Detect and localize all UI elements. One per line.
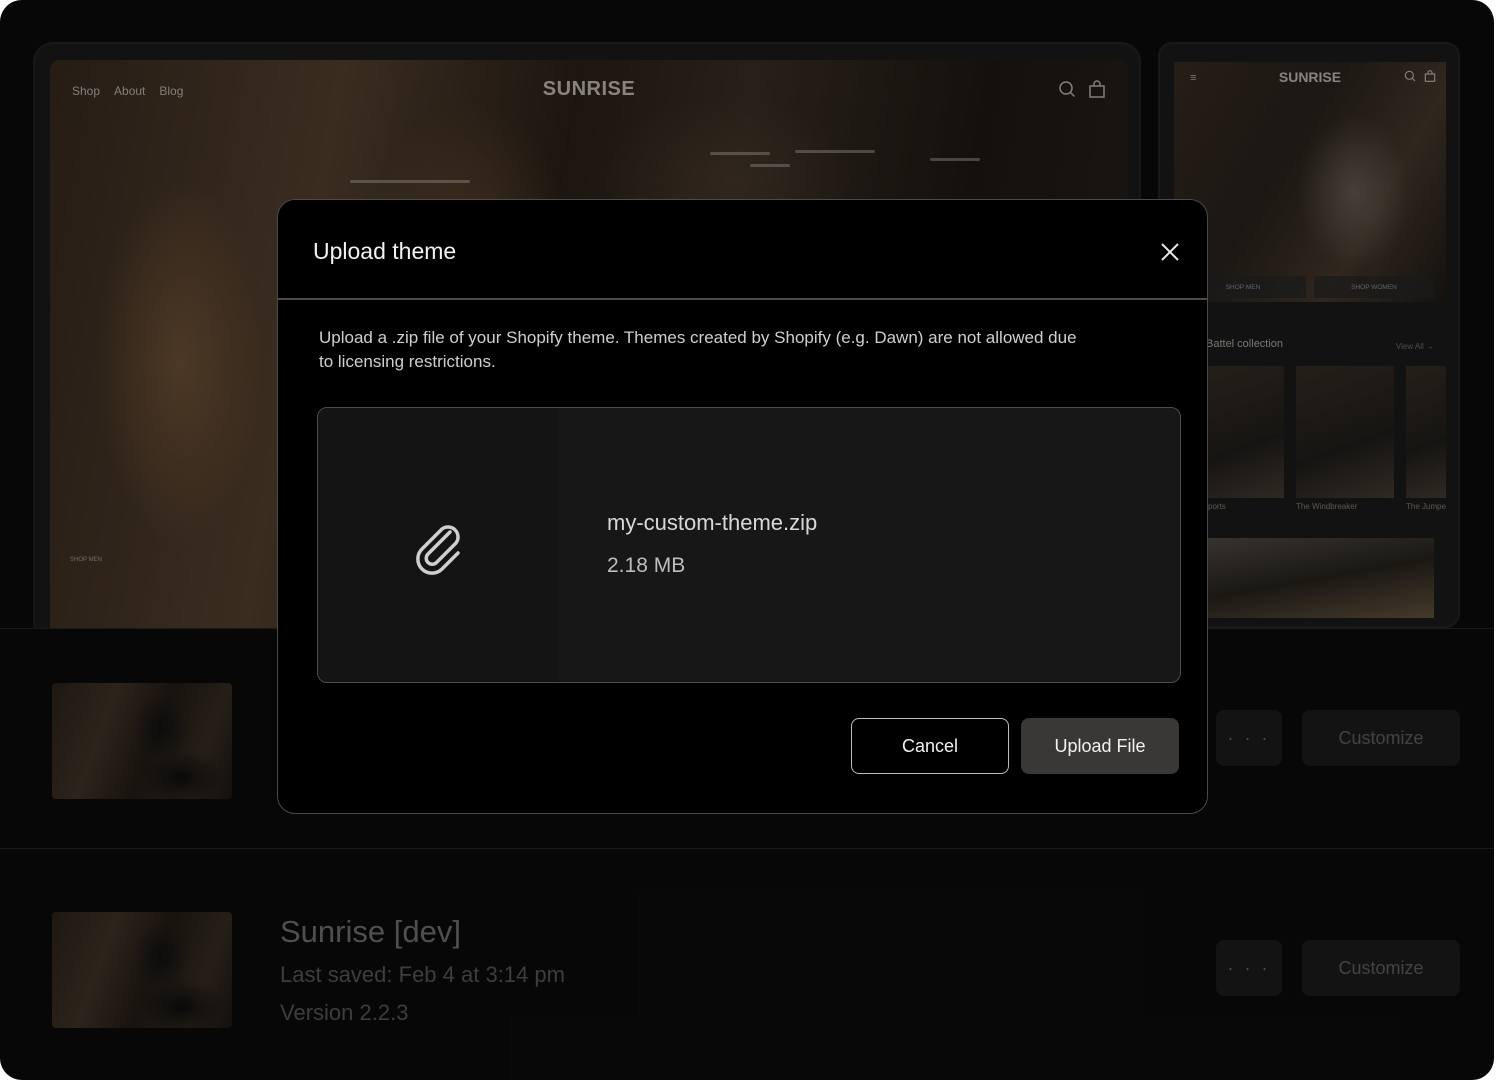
- close-icon[interactable]: [1158, 240, 1182, 264]
- modal-divider: [278, 298, 1207, 300]
- selected-file-card[interactable]: my-custom-theme.zip 2.18 MB: [317, 407, 1181, 683]
- theme-library-page: Shop About Blog SUNRISE SHOP MEN ≡ SUNRI…: [0, 0, 1494, 1080]
- paperclip-icon: [416, 525, 460, 575]
- modal-title: Upload theme: [313, 238, 457, 264]
- modal-description: Upload a .zip file of your Shopify theme…: [319, 328, 1077, 371]
- file-size: 2.18 MB: [607, 554, 686, 577]
- file-name: my-custom-theme.zip: [607, 510, 818, 535]
- file-icon-area: [318, 408, 558, 682]
- upload-theme-modal: Upload theme Upload a .zip file of your …: [277, 199, 1208, 814]
- upload-file-button[interactable]: Upload File: [1021, 718, 1179, 774]
- cancel-button[interactable]: Cancel: [851, 718, 1009, 774]
